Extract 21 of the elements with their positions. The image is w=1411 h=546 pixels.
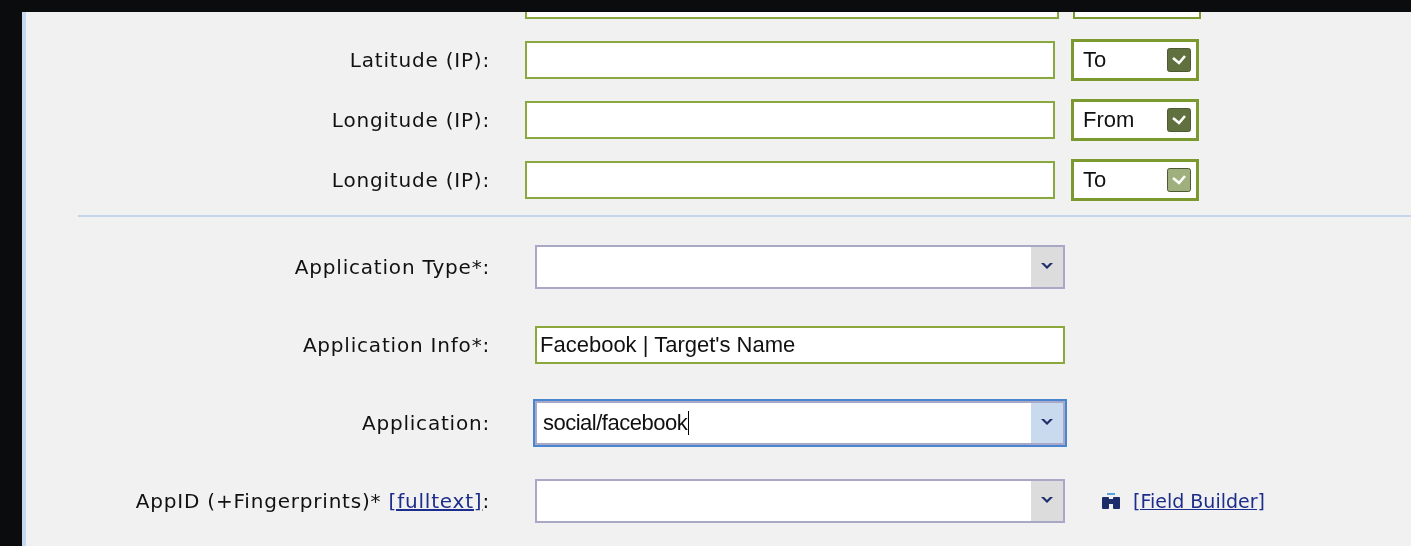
input-field[interactable] bbox=[525, 161, 1055, 199]
fulltext-link[interactable]: [fulltext] bbox=[388, 489, 483, 513]
input-field[interactable] bbox=[525, 12, 1059, 19]
combo-box[interactable] bbox=[535, 479, 1065, 523]
field-label: Application Info*: bbox=[301, 333, 490, 357]
field-label: Application Type*: bbox=[293, 255, 490, 279]
input-field[interactable]: Facebook | Target's Name bbox=[535, 326, 1065, 364]
combo-box[interactable] bbox=[535, 245, 1065, 289]
range-select[interactable]: To bbox=[1071, 39, 1199, 81]
range-select[interactable]: From bbox=[1071, 99, 1199, 141]
field-label: AppID (+Fingerprints)* [fulltext]: bbox=[134, 489, 490, 513]
input-field[interactable] bbox=[525, 41, 1055, 79]
binoculars-icon[interactable] bbox=[1101, 493, 1121, 509]
input-field[interactable] bbox=[525, 101, 1055, 139]
combo-box[interactable]: social/facebook bbox=[535, 401, 1065, 445]
field-builder-link[interactable]: [Field Builder] bbox=[1133, 490, 1265, 512]
field-label: Longitude (IP): bbox=[330, 168, 490, 192]
field-label: Application: bbox=[360, 411, 490, 435]
range-select[interactable] bbox=[1073, 12, 1201, 19]
field-label: Longitude (IP): bbox=[330, 108, 490, 132]
field-label: Latitude (IP): bbox=[348, 48, 490, 72]
